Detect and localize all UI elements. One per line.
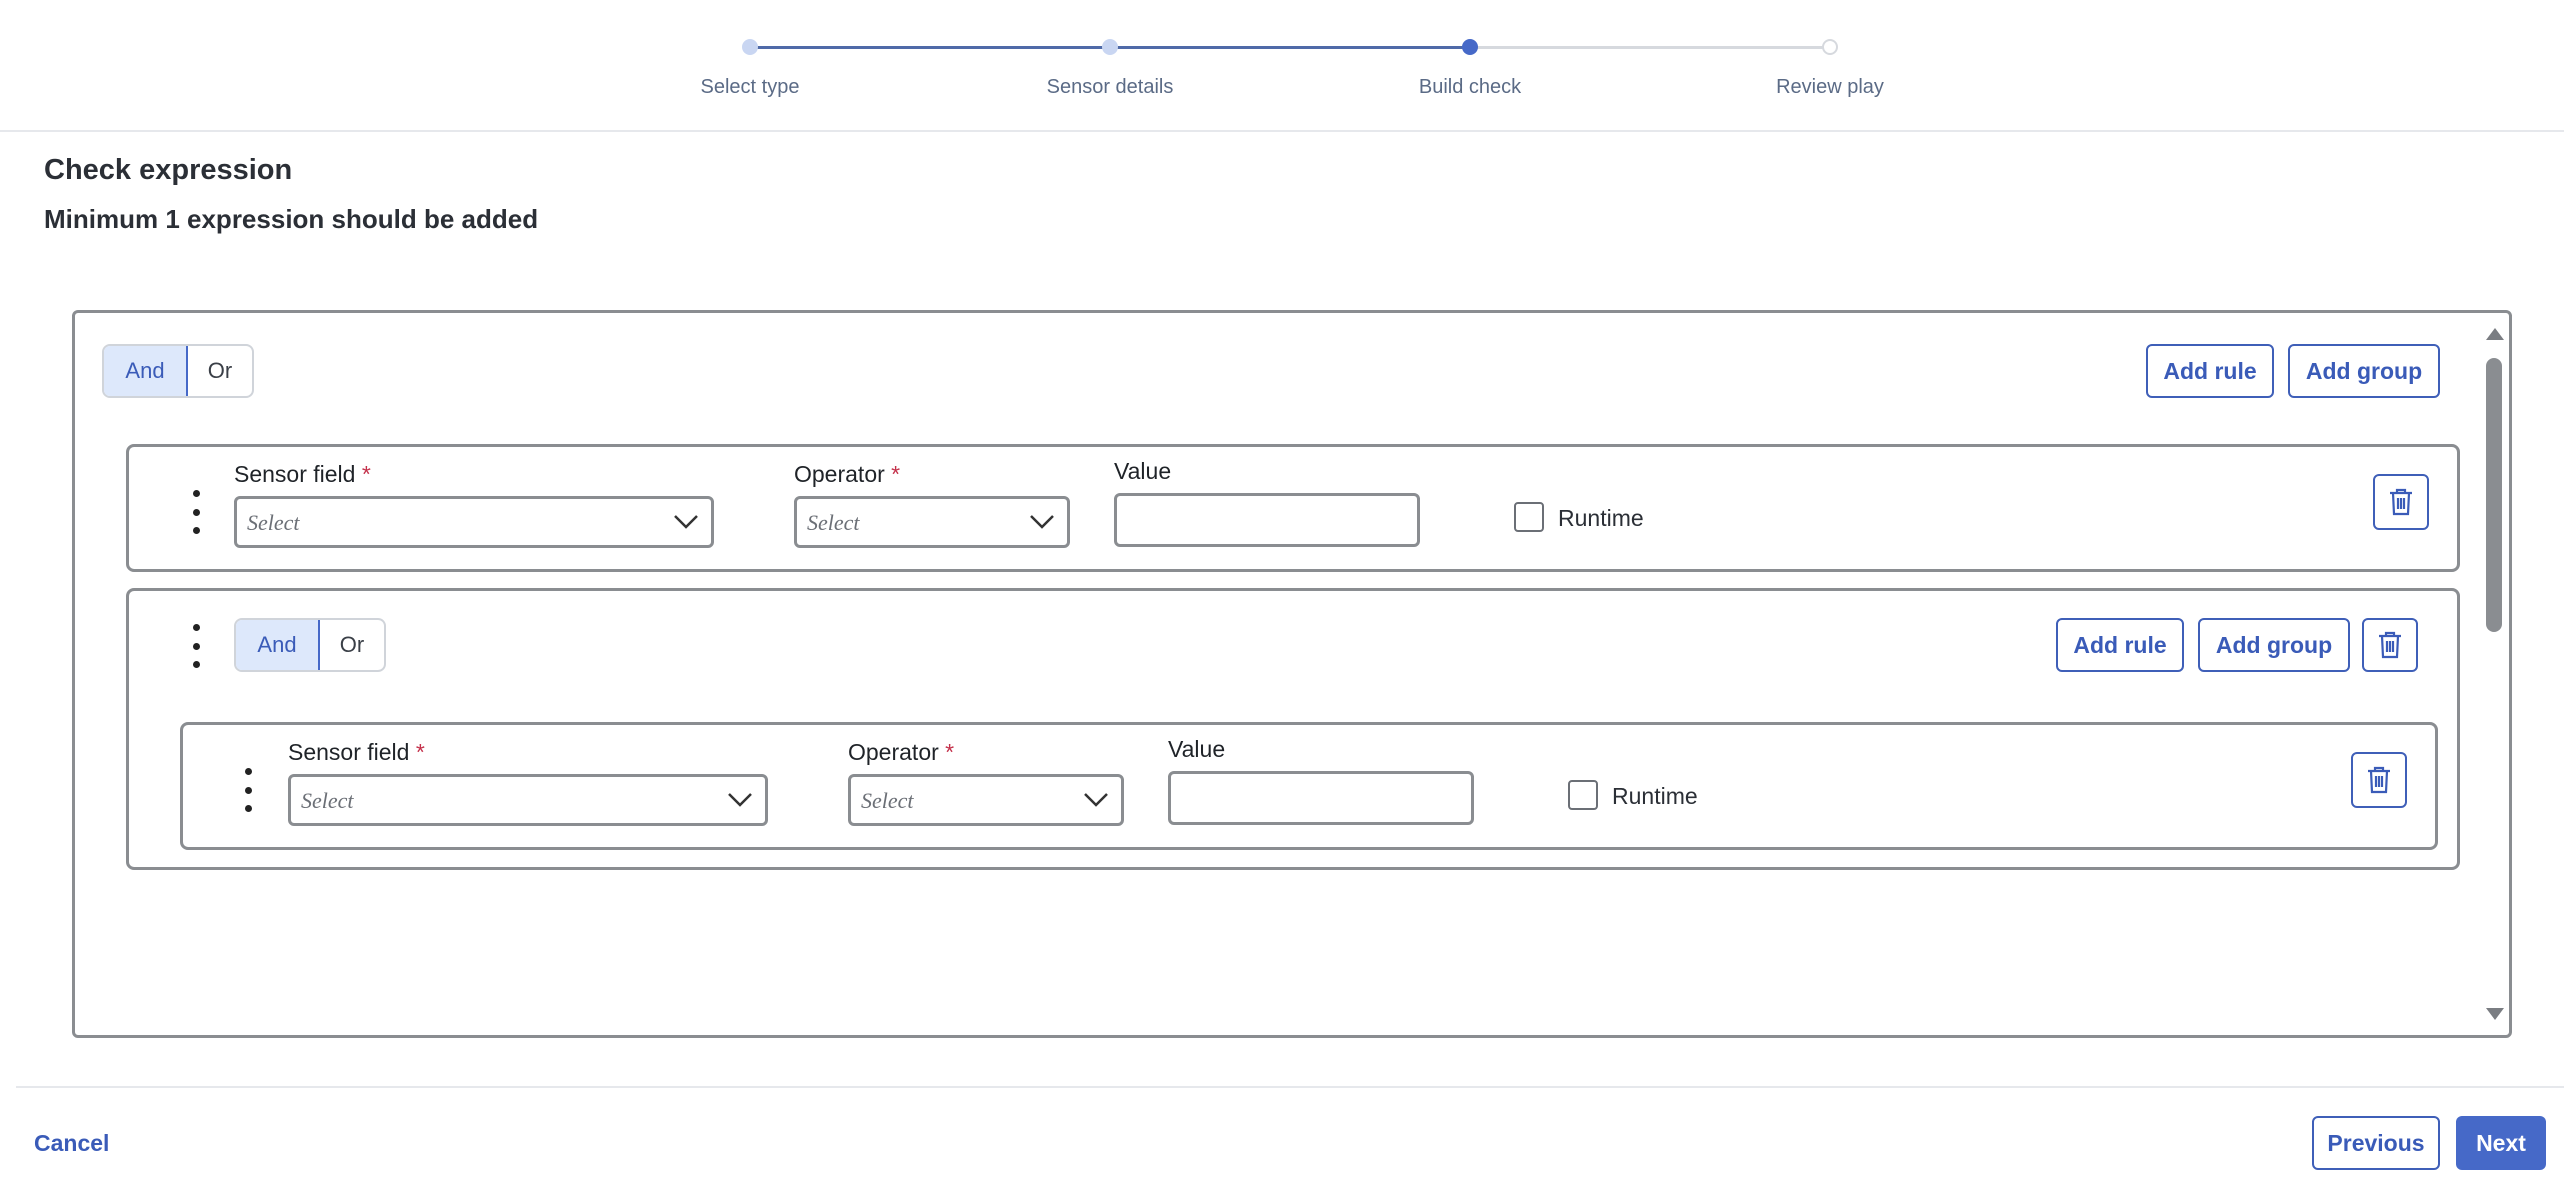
operator-label: Operator * — [848, 739, 955, 765]
step-dot-build-check — [1462, 39, 1478, 55]
step-dot-select-type — [742, 39, 758, 55]
trash-icon — [2368, 766, 2390, 794]
operator-placeholder: Select — [807, 510, 860, 535]
runtime-label: Runtime — [1612, 783, 1698, 809]
root-and-or-toggle: And Or — [102, 344, 254, 398]
progress-stepper: Select type Sensor details Build check R… — [0, 0, 2564, 132]
scroll-down-arrow-icon[interactable] — [2484, 1006, 2506, 1022]
drag-handle-icon[interactable] — [186, 624, 206, 668]
runtime-checkbox[interactable] — [1568, 780, 1598, 810]
sensor-field-placeholder: Select — [301, 788, 354, 813]
operator-select[interactable]: Select — [794, 496, 1070, 548]
step-dot-review-play — [1822, 39, 1838, 55]
runtime-label: Runtime — [1558, 505, 1644, 531]
group-or-option[interactable]: Or — [320, 620, 384, 670]
sensor-field-label: Sensor field * — [234, 461, 371, 487]
scrollbar-thumb[interactable] — [2486, 358, 2502, 632]
group-and-option[interactable]: And — [236, 620, 320, 670]
step-connector — [1470, 46, 1830, 49]
group-add-group-button[interactable]: Add group — [2198, 618, 2350, 672]
chevron-down-icon — [728, 793, 752, 807]
root-or-option[interactable]: Or — [188, 346, 252, 396]
step-connector — [750, 46, 1110, 49]
delete-group-button[interactable] — [2362, 618, 2418, 672]
value-label: Value — [1168, 736, 1226, 762]
operator-select[interactable]: Select — [848, 774, 1124, 826]
footer-divider — [16, 1086, 2564, 1088]
root-and-option[interactable]: And — [104, 346, 188, 396]
operator-label: Operator * — [794, 461, 901, 487]
chevron-down-icon — [1084, 793, 1108, 807]
root-add-rule-button[interactable]: Add rule — [2146, 344, 2274, 398]
delete-rule-button[interactable] — [2351, 752, 2407, 808]
previous-button[interactable]: Previous — [2312, 1116, 2440, 1170]
value-input[interactable] — [1168, 771, 1474, 825]
drag-handle-icon[interactable] — [238, 768, 258, 812]
group-add-rule-button[interactable]: Add rule — [2056, 618, 2184, 672]
step-label-review-play: Review play — [1776, 76, 1884, 98]
value-input[interactable] — [1114, 493, 1420, 547]
chevron-down-icon — [674, 515, 698, 529]
runtime-checkbox[interactable] — [1514, 502, 1544, 532]
next-button[interactable]: Next — [2456, 1116, 2546, 1170]
sensor-field-select[interactable]: Select — [234, 496, 714, 548]
step-dot-sensor-details — [1102, 39, 1118, 55]
trash-icon — [2379, 631, 2401, 659]
scroll-up-arrow-icon[interactable] — [2484, 326, 2506, 342]
sensor-field-label: Sensor field * — [288, 739, 425, 765]
chevron-down-icon — [1030, 515, 1054, 529]
step-connector — [1110, 46, 1470, 49]
page-title: Check expression — [44, 154, 293, 186]
sensor-field-placeholder: Select — [247, 510, 300, 535]
sensor-field-select[interactable]: Select — [288, 774, 768, 826]
delete-rule-button[interactable] — [2373, 474, 2429, 530]
group-and-or-toggle: And Or — [234, 618, 386, 672]
root-add-group-button[interactable]: Add group — [2288, 344, 2440, 398]
step-label-build-check[interactable]: Build check — [1350, 76, 1590, 99]
drag-handle-icon[interactable] — [186, 490, 206, 534]
page-subtitle: Minimum 1 expression should be added — [44, 204, 539, 234]
operator-placeholder: Select — [861, 788, 914, 813]
cancel-link[interactable]: Cancel — [34, 1130, 109, 1157]
step-label-sensor-details[interactable]: Sensor details — [990, 76, 1230, 99]
value-label: Value — [1114, 458, 1172, 484]
trash-icon — [2390, 488, 2412, 516]
step-label-select-type[interactable]: Select type — [630, 76, 870, 99]
